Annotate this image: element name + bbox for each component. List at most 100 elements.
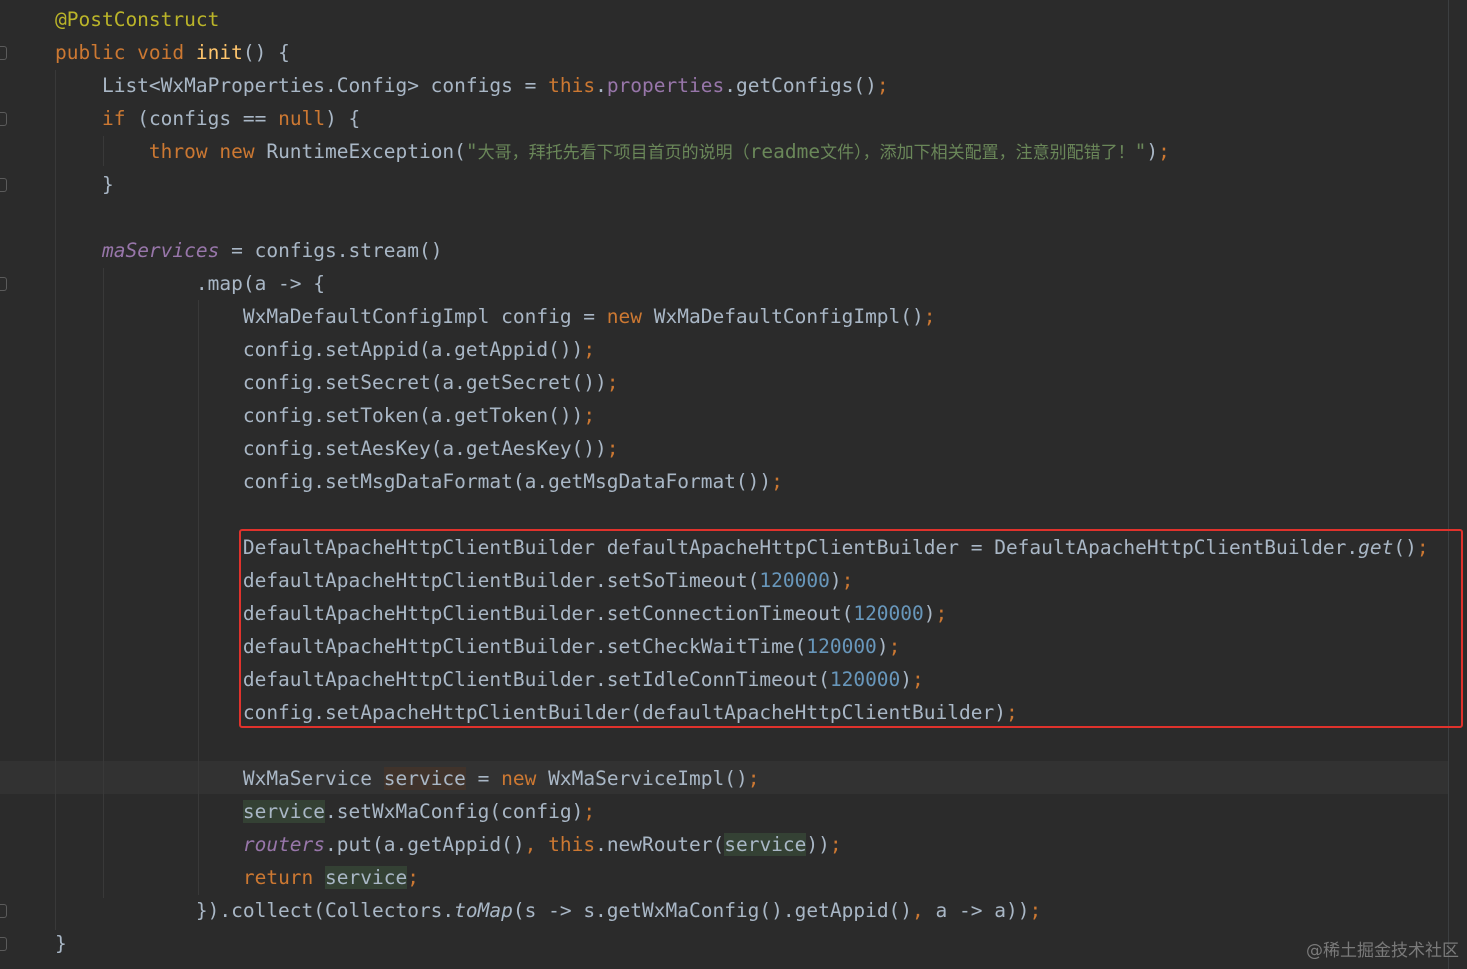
- code-line[interactable]: public void init() {: [55, 36, 290, 69]
- code-token: routers: [242, 833, 326, 856]
- code-token: init: [195, 41, 243, 64]
- code-token: ,: [912, 899, 936, 922]
- right-margin-line: [1448, 0, 1449, 969]
- code-token: throw new: [148, 140, 267, 163]
- code-token: ;: [829, 833, 842, 856]
- code-line[interactable]: throw new RuntimeException("大哥，拜托先看下项目首页…: [55, 135, 1170, 168]
- code-token: this: [548, 833, 596, 856]
- code-token: return: [242, 866, 326, 889]
- code-token: maServices: [101, 239, 220, 262]
- code-token: ;: [583, 404, 596, 427]
- code-token: service: [325, 866, 408, 889]
- fold-marker-icon[interactable]: [0, 46, 7, 60]
- code-line[interactable]: return service;: [55, 861, 419, 894]
- code-token: }).collect(Collectors.: [55, 899, 455, 922]
- editor-gutter: [0, 0, 20, 969]
- code-token: 大哥，拜托先看下项目首页的说明（: [477, 143, 750, 163]
- code-token: config.setAppid(a.getAppid()): [55, 338, 584, 361]
- code-token: .map(a -> {: [55, 272, 326, 295]
- code-token: .put(a.getAppid(): [325, 833, 525, 856]
- code-line[interactable]: @PostConstruct: [55, 3, 219, 36]
- code-token: @PostConstruct: [55, 8, 220, 31]
- code-token: )): [806, 833, 830, 856]
- code-token: ;: [1158, 140, 1170, 163]
- code-token: new: [501, 767, 549, 790]
- code-token: ": [1134, 140, 1147, 163]
- code-token: WxMaService: [55, 767, 384, 790]
- code-token: ": [465, 140, 478, 163]
- code-token: new: [606, 305, 654, 328]
- code-token: service: [383, 767, 466, 790]
- code-token: ;: [1029, 899, 1042, 922]
- code-line[interactable]: WxMaDefaultConfigImpl config = new WxMaD…: [55, 300, 936, 333]
- code-token: () {: [242, 41, 290, 64]
- code-token: WxMaDefaultConfigImpl(): [653, 305, 924, 328]
- code-token: ;: [407, 866, 419, 889]
- code-editor[interactable]: @PostConstruct public void init() { List<…: [0, 0, 1467, 969]
- code-token: ;: [583, 800, 596, 823]
- code-token: .: [595, 74, 607, 97]
- code-token: List<WxMaProperties.Config> configs =: [55, 74, 549, 97]
- code-line[interactable]: config.setMsgDataFormat(a.getMsgDataForm…: [55, 465, 783, 498]
- code-line[interactable]: config.setAppid(a.getAppid());: [55, 333, 595, 366]
- code-token: toMap: [454, 899, 513, 922]
- fold-marker-icon[interactable]: [0, 178, 7, 192]
- fold-marker-icon[interactable]: [0, 937, 7, 951]
- code-token: config.setMsgDataFormat(a.getMsgDataForm…: [55, 470, 772, 493]
- code-line[interactable]: if (configs == null) {: [55, 102, 360, 135]
- code-token: ;: [747, 767, 760, 790]
- code-line[interactable]: }: [55, 927, 67, 960]
- code-token: .getConfigs(): [724, 74, 877, 97]
- code-token: .newRouter(: [595, 833, 725, 856]
- code-line[interactable]: maServices = configs.stream(): [55, 234, 442, 267]
- code-line[interactable]: .map(a -> {: [55, 267, 325, 300]
- code-token: config.setToken(a.getToken()): [55, 404, 584, 427]
- code-token: ;: [606, 371, 619, 394]
- code-token: readme: [749, 140, 821, 163]
- code-token: service: [724, 833, 807, 856]
- watermark: @稀土掘金技术社区: [1306, 941, 1459, 961]
- code-token: 文件），添加下相关配置，注意别配错了！: [820, 143, 1135, 163]
- code-token: ;: [876, 74, 889, 97]
- code-token: }: [55, 173, 114, 196]
- code-token: ): [1146, 140, 1159, 163]
- code-token: ) {: [325, 107, 361, 130]
- code-token: =: [465, 767, 502, 790]
- code-token: ;: [923, 305, 936, 328]
- code-token: RuntimeException(: [266, 140, 466, 163]
- fold-marker-icon[interactable]: [0, 112, 7, 126]
- code-token: ;: [606, 437, 619, 460]
- code-token: (s -> s.getWxMaConfig().getAppid(): [512, 899, 913, 922]
- code-token: config.setAesKey(a.getAesKey()): [55, 437, 607, 460]
- code-line[interactable]: }: [55, 168, 114, 201]
- code-line[interactable]: config.setSecret(a.getSecret());: [55, 366, 619, 399]
- highlight-box: [239, 529, 1463, 728]
- code-token: service: [242, 800, 326, 823]
- fold-marker-icon[interactable]: [0, 277, 7, 291]
- code-line[interactable]: config.setAesKey(a.getAesKey());: [55, 432, 619, 465]
- code-token: (configs ==: [137, 107, 279, 130]
- fold-marker-icon[interactable]: [0, 904, 7, 918]
- code-token: WxMaDefaultConfigImpl config =: [55, 305, 607, 328]
- code-token: ;: [583, 338, 596, 361]
- code-token: = configs.stream(): [219, 239, 443, 262]
- code-token: .setWxMaConfig(config): [325, 800, 584, 823]
- code-token: this: [548, 74, 596, 97]
- code-token: if: [101, 107, 138, 130]
- code-line[interactable]: config.setToken(a.getToken());: [55, 399, 595, 432]
- code-token: WxMaServiceImpl(): [548, 767, 748, 790]
- code-line[interactable]: routers.put(a.getAppid(), this.newRouter…: [55, 828, 842, 861]
- code-token: ,: [524, 833, 549, 856]
- code-token: }: [55, 932, 67, 955]
- code-token: null: [278, 107, 326, 130]
- code-line[interactable]: WxMaService service = new WxMaServiceImp…: [55, 762, 759, 795]
- code-line[interactable]: List<WxMaProperties.Config> configs = th…: [55, 69, 889, 102]
- code-token: a -> a)): [935, 899, 1030, 922]
- code-line[interactable]: service.setWxMaConfig(config);: [55, 795, 595, 828]
- code-line[interactable]: }).collect(Collectors.toMap(s -> s.getWx…: [55, 894, 1041, 927]
